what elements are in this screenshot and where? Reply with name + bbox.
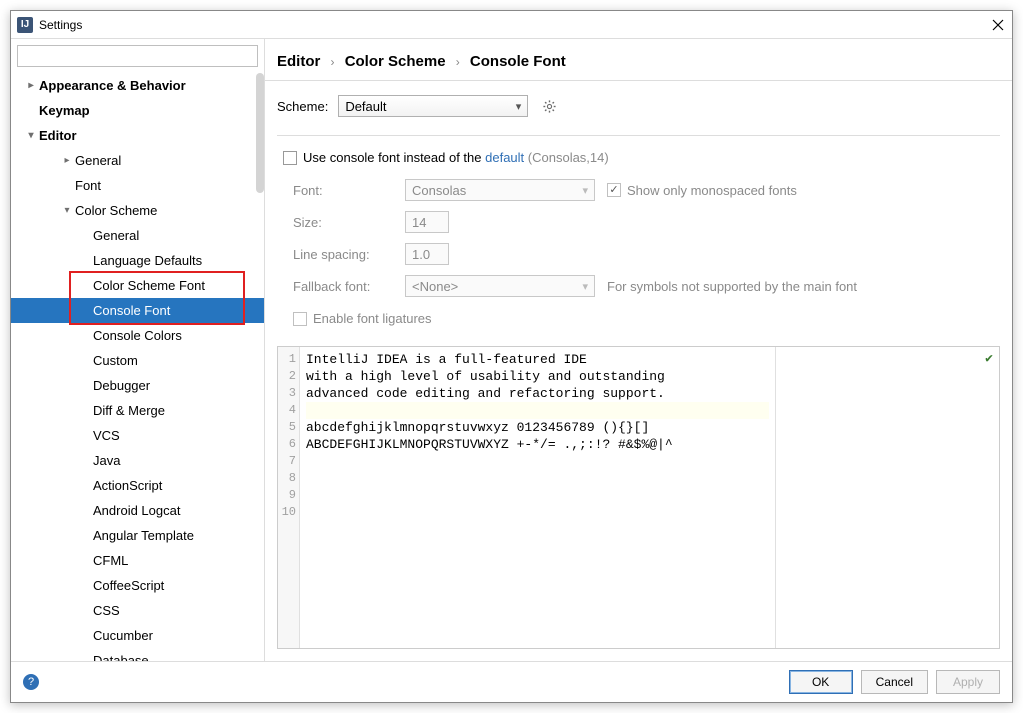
show-monospaced-label: Show only monospaced fonts: [627, 183, 797, 198]
tree-item-css[interactable]: CSS: [11, 598, 264, 623]
tree-item-console-font[interactable]: Console Font: [11, 298, 264, 323]
font-label: Font:: [293, 183, 393, 198]
preview-line: ABCDEFGHIJKLMNOPQRSTUVWXYZ +-*/= .,;:!? …: [306, 436, 769, 453]
font-select: Consolas: [405, 179, 595, 201]
tree-item-general[interactable]: General: [11, 223, 264, 248]
scheme-value: Default: [345, 99, 386, 114]
tree-item-editor[interactable]: ▾Editor: [11, 123, 264, 148]
chevron-right-icon: ▸: [61, 155, 73, 166]
preview-line: IntelliJ IDEA is a full-featured IDE: [306, 351, 769, 368]
preview-line: [306, 453, 769, 470]
tree-item-console-colors[interactable]: Console Colors: [11, 323, 264, 348]
breadcrumb: Editor › Color Scheme › Console Font: [265, 39, 1012, 81]
font-preview: 12345678910 IntelliJ IDEA is a full-feat…: [277, 346, 1000, 649]
line-spacing-label: Line spacing:: [293, 247, 393, 262]
size-input: 14: [405, 211, 449, 233]
app-icon: IJ: [17, 17, 33, 33]
preview-line: [306, 504, 769, 521]
tree-item-appearance-behavior[interactable]: ▸Appearance & Behavior: [11, 73, 264, 98]
default-font-link[interactable]: default: [485, 150, 524, 165]
tree-item-diff-merge[interactable]: Diff & Merge: [11, 398, 264, 423]
enable-ligatures-checkbox: [293, 312, 307, 326]
tree-item-language-defaults[interactable]: Language Defaults: [11, 248, 264, 273]
tree-item-angular-template[interactable]: Angular Template: [11, 523, 264, 548]
close-icon: [992, 19, 1004, 31]
tree-item-general[interactable]: ▸General: [11, 148, 264, 173]
show-monospaced-checkbox: [607, 183, 621, 197]
settings-search-input[interactable]: [17, 45, 258, 67]
chevron-down-icon: ▾: [25, 130, 37, 141]
cancel-button[interactable]: Cancel: [861, 670, 928, 694]
tree-item-color-scheme[interactable]: ▾Color Scheme: [11, 198, 264, 223]
tree-item-cfml[interactable]: CFML: [11, 548, 264, 573]
scheme-select[interactable]: Default: [338, 95, 528, 117]
chevron-down-icon: ▾: [61, 205, 73, 216]
scheme-settings-button[interactable]: [538, 95, 560, 117]
breadcrumb-console-font: Console Font: [470, 53, 566, 70]
gear-icon: [542, 99, 557, 114]
fallback-font-note: For symbols not supported by the main fo…: [607, 279, 1000, 294]
apply-button: Apply: [936, 670, 1000, 694]
tree-item-database[interactable]: Database: [11, 648, 264, 661]
tree-item-color-scheme-font[interactable]: Color Scheme Font: [11, 273, 264, 298]
preview-line: advanced code editing and refactoring su…: [306, 385, 769, 402]
chevron-right-icon: ▸: [25, 80, 37, 91]
preview-line: abcdefghijklmnopqrstuvwxyz 0123456789 ()…: [306, 419, 769, 436]
size-label: Size:: [293, 215, 393, 230]
use-console-font-checkbox[interactable]: [283, 151, 297, 165]
fallback-font-label: Fallback font:: [293, 279, 393, 294]
tree-item-vcs[interactable]: VCS: [11, 423, 264, 448]
preview-line: with a high level of usability and outst…: [306, 368, 769, 385]
chevron-right-icon: ›: [331, 55, 335, 69]
close-button[interactable]: [984, 11, 1012, 39]
breadcrumb-editor[interactable]: Editor: [277, 53, 320, 70]
ok-button[interactable]: OK: [789, 670, 853, 694]
checkmark-icon: ✔: [985, 351, 993, 366]
tree-item-debugger[interactable]: Debugger: [11, 373, 264, 398]
tree-item-android-logcat[interactable]: Android Logcat: [11, 498, 264, 523]
tree-item-actionscript[interactable]: ActionScript: [11, 473, 264, 498]
settings-tree[interactable]: ▸Appearance & BehaviorKeymap▾Editor▸Gene…: [11, 73, 264, 661]
line-spacing-input: 1.0: [405, 243, 449, 265]
tree-item-keymap[interactable]: Keymap: [11, 98, 264, 123]
enable-ligatures-label: Enable font ligatures: [313, 311, 432, 326]
tree-item-font[interactable]: Font: [11, 173, 264, 198]
fallback-font-select: <None>: [405, 275, 595, 297]
use-console-font-label: Use console font instead of the default …: [303, 150, 609, 165]
help-button[interactable]: ?: [23, 674, 39, 690]
tree-scrollbar[interactable]: [256, 73, 264, 661]
window-title: Settings: [39, 18, 1006, 32]
chevron-right-icon: ›: [456, 55, 460, 69]
preview-line: [306, 402, 769, 419]
tree-item-coffeescript[interactable]: CoffeeScript: [11, 573, 264, 598]
tree-item-java[interactable]: Java: [11, 448, 264, 473]
tree-item-custom[interactable]: Custom: [11, 348, 264, 373]
breadcrumb-color-scheme[interactable]: Color Scheme: [345, 53, 446, 70]
scheme-label: Scheme:: [277, 99, 328, 114]
preview-line: [306, 470, 769, 487]
preview-line: [306, 487, 769, 504]
tree-item-cucumber[interactable]: Cucumber: [11, 623, 264, 648]
